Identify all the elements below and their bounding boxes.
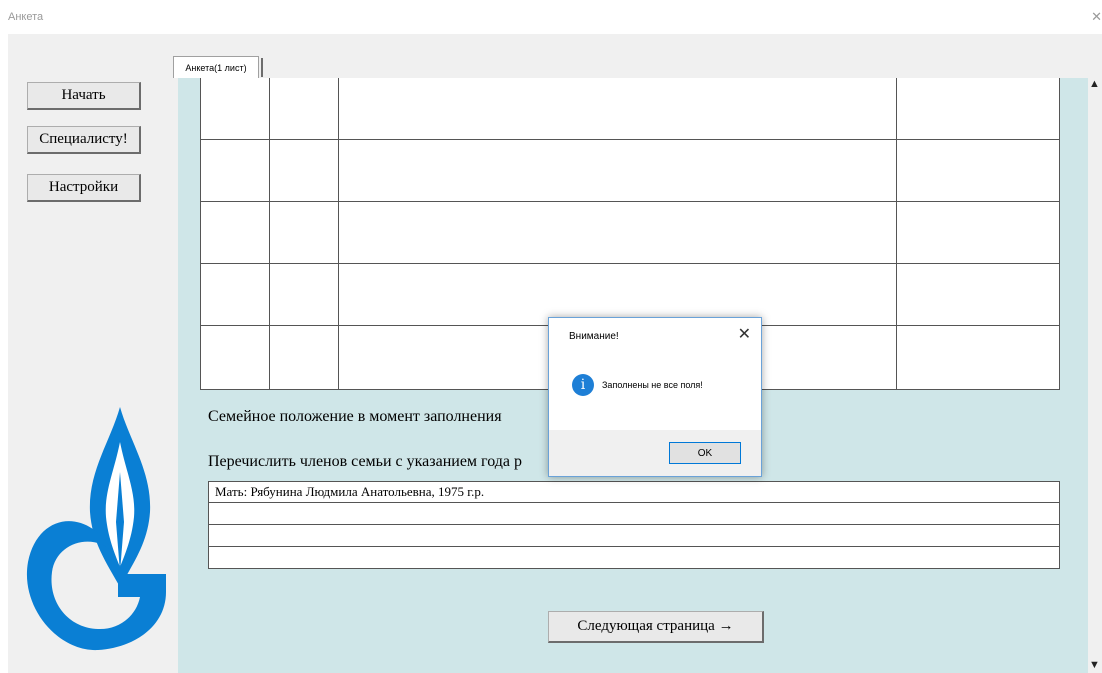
table-cell[interactable] <box>339 140 897 202</box>
table-cell[interactable] <box>897 140 1059 202</box>
family-member-field[interactable]: Мать: Рябунина Людмила Анатольевна, 1975… <box>208 481 1060 503</box>
scroll-down-icon[interactable]: ▼ <box>1089 659 1100 671</box>
scroll-up-icon[interactable]: ▲ <box>1089 78 1100 90</box>
settings-button[interactable]: Настройки <box>27 174 141 202</box>
table-cell[interactable] <box>270 326 339 390</box>
dialog-message: Заполнены не все поля! <box>602 380 703 390</box>
family-member-field[interactable] <box>208 503 1060 525</box>
specialist-button[interactable]: Специалисту! <box>27 126 141 154</box>
table-cell[interactable] <box>270 140 339 202</box>
tab-questionnaire[interactable]: Анкета(1 лист) <box>173 56 259 78</box>
window-title: Анкета <box>8 11 44 23</box>
window-titlebar: Анкета ✕ <box>0 0 1102 34</box>
gazprom-logo-icon <box>26 407 166 651</box>
table-cell[interactable] <box>897 264 1059 326</box>
table-cell[interactable] <box>897 202 1059 264</box>
table-cell[interactable] <box>270 78 339 140</box>
window-close-icon[interactable]: ✕ <box>1091 9 1102 25</box>
table-cell[interactable] <box>201 202 270 264</box>
table-cell[interactable] <box>339 202 897 264</box>
table-cell[interactable] <box>201 326 270 390</box>
tab-edge <box>261 58 263 77</box>
table-cell[interactable] <box>201 264 270 326</box>
table-cell[interactable] <box>897 78 1059 140</box>
family-members-list: Мать: Рябунина Людмила Анатольевна, 1975… <box>208 481 1060 569</box>
ok-button[interactable]: OK <box>669 442 741 464</box>
vertical-scrollbar[interactable]: ▲ ▼ <box>1088 78 1102 673</box>
table-cell[interactable] <box>339 78 897 140</box>
next-page-button[interactable]: Следующая страница → <box>548 611 764 643</box>
family-member-field[interactable] <box>208 525 1060 547</box>
marital-status-label: Семейное положение в момент заполнения <box>208 408 502 425</box>
start-button[interactable]: Начать <box>27 82 141 110</box>
dialog-close-icon[interactable]: ✕ <box>738 324 751 344</box>
table-cell[interactable] <box>201 140 270 202</box>
info-icon: i <box>572 374 594 396</box>
family-members-label: Перечислить членов семьи с указанием год… <box>208 453 522 470</box>
table-cell[interactable] <box>201 78 270 140</box>
family-member-field[interactable] <box>208 547 1060 569</box>
dialog-footer: OK <box>549 430 761 476</box>
table-cell[interactable] <box>270 264 339 326</box>
dialog-title: Внимание! <box>569 331 619 342</box>
table-cell[interactable] <box>270 202 339 264</box>
table-cell[interactable] <box>897 326 1059 390</box>
alert-dialog: Внимание! ✕ i Заполнены не все поля! OK <box>548 317 762 477</box>
